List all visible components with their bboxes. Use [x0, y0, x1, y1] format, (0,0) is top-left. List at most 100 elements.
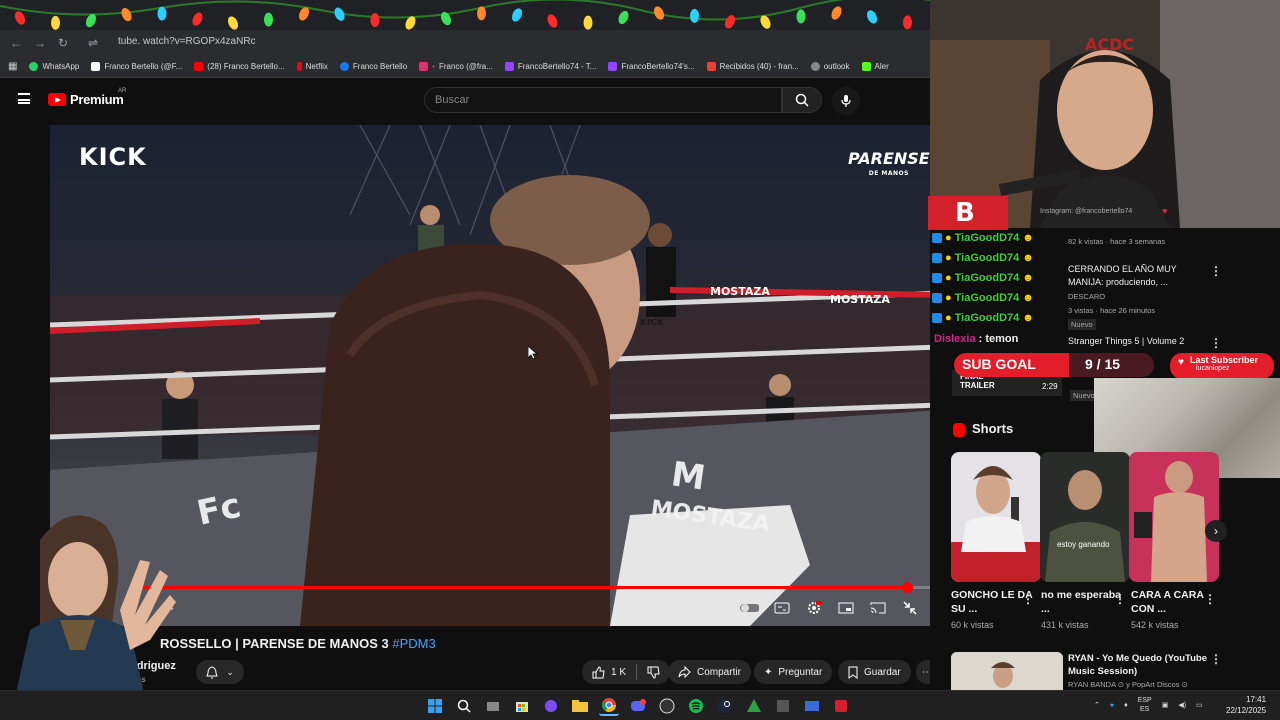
fullscreen-icon: [902, 600, 917, 615]
shorts-heading: Shorts: [972, 421, 1014, 436]
app-icon[interactable]: [744, 696, 764, 716]
more-vertical-icon[interactable]: ⋮: [1210, 336, 1222, 350]
thumbs-up-icon: [592, 665, 605, 678]
streamer-overlay-sticker: [10, 515, 176, 720]
microphone-icon[interactable]: ♦: [1124, 702, 1128, 709]
more-vertical-icon[interactable]: ⋮: [1114, 592, 1126, 606]
bookmark-outlook[interactable]: outlook: [810, 62, 850, 71]
autoplay-toggle[interactable]: [740, 598, 759, 617]
notification-bell-button[interactable]: ⌄: [196, 660, 244, 684]
more-vertical-icon[interactable]: ⋮: [1204, 592, 1216, 606]
youtube-premium-logo[interactable]: Premium AR: [48, 88, 126, 107]
clock[interactable]: 17:41 22/12/2025: [1226, 694, 1266, 716]
hashtag-link[interactable]: #PDM3: [392, 636, 435, 651]
search-input[interactable]: Buscar: [424, 87, 782, 113]
bookmark-x[interactable]: Franco Bertello (@F...: [91, 62, 182, 71]
captions-button[interactable]: [772, 598, 791, 617]
back-icon[interactable]: ←: [10, 36, 22, 50]
bookmark-twitch-2[interactable]: FrancoBertello74's...: [608, 62, 695, 71]
search-icon: [795, 93, 809, 107]
windows-start-icon[interactable]: [425, 696, 445, 716]
menu-icon[interactable]: [18, 93, 30, 104]
short-title[interactable]: GONCHO LE DA SU ...: [951, 588, 1033, 616]
bookmark-netflix[interactable]: Netflix: [296, 62, 328, 71]
store-icon[interactable]: [512, 696, 532, 716]
task-view-icon[interactable]: [483, 696, 503, 716]
voice-search-button[interactable]: [832, 87, 860, 115]
video-scrubber-handle[interactable]: [901, 582, 913, 593]
app-icon[interactable]: [541, 696, 561, 716]
rec-thumbnail[interactable]: [951, 652, 1063, 690]
file-explorer-icon[interactable]: [570, 696, 590, 716]
short-title[interactable]: CARA A CARA CON ...: [1131, 588, 1213, 616]
heart-icon: ♥: [1162, 206, 1168, 216]
shorts-next-button[interactable]: ›: [1205, 520, 1227, 542]
rec-title[interactable]: RYAN - Yo Me Quedo (YouTube Music Sessio…: [1068, 652, 1208, 678]
more-vertical-icon[interactable]: ⋮: [1210, 264, 1222, 278]
thumbs-down-icon[interactable]: [647, 666, 660, 679]
reload-icon[interactable]: ↻: [58, 36, 68, 50]
chevron-up-icon[interactable]: ⌃: [1094, 701, 1100, 709]
netflix-icon: [296, 62, 302, 71]
network-icon[interactable]: ▣: [1162, 701, 1169, 709]
address-bar[interactable]: ← → ↻ ⇌ tube. watch?v=RGOPx4zaNRc: [0, 30, 930, 56]
gmail-icon: [706, 62, 716, 71]
instagram-handle: Instagram: @francobertello74: [1040, 208, 1133, 215]
bookmark-gmail[interactable]: Recibidos (40) - fran...: [706, 62, 799, 71]
battery-icon[interactable]: ▭: [1196, 701, 1203, 709]
forward-icon[interactable]: →: [34, 36, 46, 50]
obs-icon[interactable]: [657, 696, 677, 716]
url-text[interactable]: tube. watch?v=RGOPx4zaNRc: [118, 36, 256, 47]
bookmark-twitch[interactable]: FrancoBertello74 - T...: [504, 62, 596, 71]
search-button[interactable]: [782, 87, 822, 113]
steam-icon[interactable]: [715, 696, 735, 716]
heart-icon: ♥: [1178, 357, 1184, 368]
miniplayer-button[interactable]: [836, 598, 855, 617]
short-views: 542 k vistas: [1131, 620, 1179, 630]
chat-message: ● TiaGoodD74 ☻: [930, 248, 1062, 268]
short-thumbnail[interactable]: [1040, 452, 1130, 582]
discord-icon[interactable]: [628, 696, 648, 716]
site-info-icon[interactable]: ⇌: [88, 36, 98, 50]
share-button[interactable]: Compartir: [668, 660, 751, 684]
short-title[interactable]: no me esperaba ...: [1041, 588, 1123, 616]
short-thumbnail[interactable]: [1129, 452, 1219, 582]
globe-icon: [810, 62, 820, 71]
youtube-play-icon: [48, 93, 66, 106]
save-button[interactable]: Guardar: [838, 660, 911, 684]
rec-title[interactable]: Stranger Things 5 | Volume 2: [1068, 335, 1208, 348]
video-title: ROSSELLO | PARENSE DE MANOS 3 #PDM3: [160, 636, 436, 651]
spotify-icon[interactable]: [686, 696, 706, 716]
like-button[interactable]: 1 K: [582, 660, 671, 684]
more-vertical-icon[interactable]: ⋮: [1210, 652, 1222, 666]
rec-channel[interactable]: DESCARO: [1068, 292, 1105, 301]
bookmark-instagram[interactable]: • Franco (@fra...: [419, 62, 493, 71]
app-icon[interactable]: [802, 696, 822, 716]
video-progress-bar[interactable]: [140, 582, 932, 593]
language-indicator[interactable]: ESP ES: [1138, 696, 1152, 714]
app-icon[interactable]: [773, 696, 793, 716]
fullscreen-exit-button[interactable]: [900, 598, 919, 617]
bookmark-youtube[interactable]: (28) Franco Bertello...: [194, 62, 285, 71]
svg-text:MOSTAZA: MOSTAZA: [830, 293, 890, 306]
bookmark-facebook[interactable]: Franco Bertello: [339, 62, 407, 71]
short-thumbnail[interactable]: [951, 452, 1041, 582]
svg-text:ACDC: ACDC: [1085, 35, 1134, 54]
tab-strip[interactable]: [0, 0, 930, 30]
cast-button[interactable]: [868, 598, 887, 617]
app-tray-icon[interactable]: ●: [1110, 702, 1114, 709]
app-icon[interactable]: [831, 696, 851, 716]
rec-channel[interactable]: RYAN BANDA ⊙ y PopArt Discos ⊙: [1068, 680, 1188, 689]
settings-button[interactable]: [804, 598, 823, 617]
badge-icon: [932, 293, 942, 303]
ask-button[interactable]: ✦ Preguntar: [754, 660, 833, 684]
volume-icon[interactable]: ◀): [1178, 701, 1186, 709]
bookmark-whatsapp[interactable]: WhatsApp: [29, 62, 79, 71]
rec-title[interactable]: CERRANDO EL AÑO MUY MANIJA: produciendo,…: [1068, 263, 1208, 289]
apps-icon[interactable]: ▦: [8, 61, 17, 72]
more-vertical-icon[interactable]: ⋮: [1022, 592, 1034, 606]
chrome-icon[interactable]: [599, 696, 619, 716]
search-icon[interactable]: [454, 696, 474, 716]
chat-message-dislexia: Dislexia : temon: [934, 333, 1019, 345]
bookmark-kick[interactable]: Aler: [861, 62, 889, 71]
